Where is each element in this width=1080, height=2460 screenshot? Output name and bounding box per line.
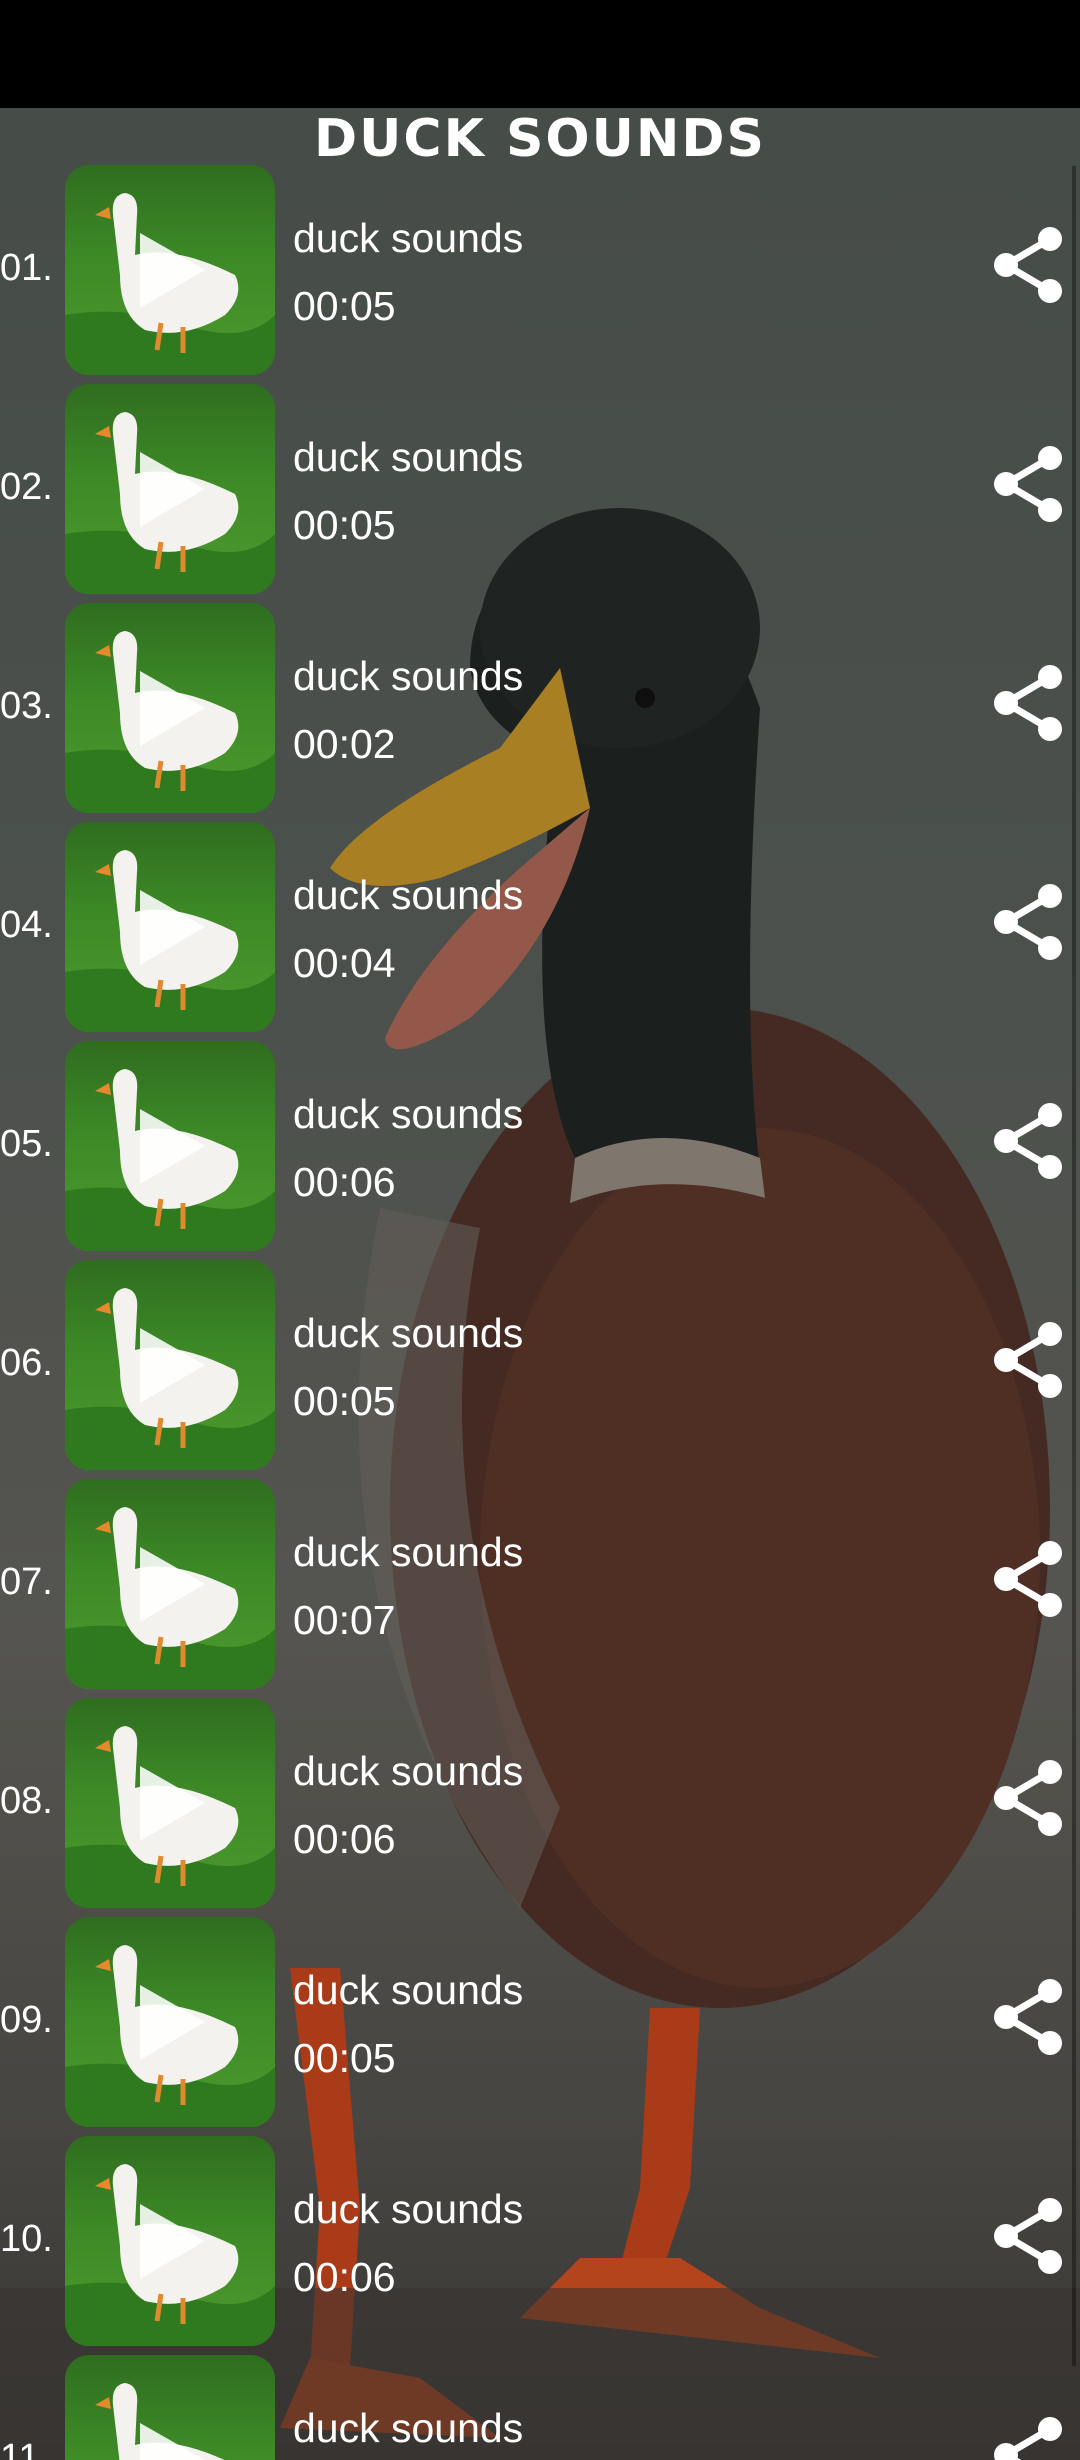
status-bar bbox=[0, 0, 1080, 108]
play-thumbnail-button[interactable] bbox=[65, 384, 275, 594]
sound-list-item[interactable]: 09. duck sounds 00:05 bbox=[0, 1917, 1080, 2136]
item-index: 10. bbox=[0, 2218, 53, 2260]
sound-duration: 00:06 bbox=[293, 2254, 396, 2300]
sound-duration: 00:05 bbox=[293, 2035, 396, 2081]
sound-name: duck sounds bbox=[293, 434, 524, 480]
play-thumbnail-button[interactable] bbox=[65, 1041, 275, 1251]
sound-list-item[interactable]: 03. duck sounds 00:02 bbox=[0, 603, 1080, 822]
sound-name: duck sounds bbox=[293, 1091, 524, 1137]
share-icon[interactable] bbox=[992, 1758, 1064, 1838]
item-index: 08. bbox=[0, 1780, 53, 1822]
share-icon[interactable] bbox=[992, 663, 1064, 743]
share-icon[interactable] bbox=[992, 2415, 1064, 2460]
play-thumbnail-button[interactable] bbox=[65, 1917, 275, 2127]
sound-list-item[interactable]: 05. duck sounds 00:06 bbox=[0, 1041, 1080, 1260]
play-thumbnail-button[interactable] bbox=[65, 822, 275, 1032]
sound-duration: 00:07 bbox=[293, 1597, 396, 1643]
play-thumbnail-button[interactable] bbox=[65, 1260, 275, 1470]
sound-list-item[interactable]: 10. duck sounds 00:06 bbox=[0, 2136, 1080, 2355]
sound-name: duck sounds bbox=[293, 1529, 524, 1575]
item-index: 06. bbox=[0, 1342, 53, 1384]
sound-list-item[interactable]: 01. duck sounds 00:05 bbox=[0, 165, 1080, 384]
item-index: 02. bbox=[0, 466, 53, 508]
sound-duration: 00:02 bbox=[293, 721, 396, 767]
sound-duration: 00:05 bbox=[293, 283, 396, 329]
sound-list-screen: DUCK SOUNDS 01. duck sounds 00:05 02. duck s… bbox=[0, 108, 1080, 2460]
sound-name: duck sounds bbox=[293, 872, 524, 918]
sound-name: duck sounds bbox=[293, 1967, 524, 2013]
share-icon[interactable] bbox=[992, 1101, 1064, 1181]
item-index: 04. bbox=[0, 904, 53, 946]
sound-name: duck sounds bbox=[293, 1748, 524, 1794]
sound-name: duck sounds bbox=[293, 215, 524, 261]
share-icon[interactable] bbox=[992, 1320, 1064, 1400]
share-icon[interactable] bbox=[992, 225, 1064, 305]
sound-list-item[interactable]: 04. duck sounds 00:04 bbox=[0, 822, 1080, 1041]
play-thumbnail-button[interactable] bbox=[65, 603, 275, 813]
item-index: 01. bbox=[0, 247, 53, 289]
play-thumbnail-button[interactable] bbox=[65, 2355, 275, 2460]
share-icon[interactable] bbox=[992, 882, 1064, 962]
app-title: DUCK SOUNDS bbox=[314, 109, 766, 169]
sound-name: duck sounds bbox=[293, 1310, 524, 1356]
sound-duration: 00:06 bbox=[293, 1816, 396, 1862]
share-icon[interactable] bbox=[992, 1539, 1064, 1619]
sound-list-item[interactable]: 06. duck sounds 00:05 bbox=[0, 1260, 1080, 1479]
item-index: 03. bbox=[0, 685, 53, 727]
sound-name: duck sounds bbox=[293, 653, 524, 699]
sound-list-item[interactable]: 07. duck sounds 00:07 bbox=[0, 1479, 1080, 1698]
item-index: 05. bbox=[0, 1123, 53, 1165]
play-thumbnail-button[interactable] bbox=[65, 1479, 275, 1689]
share-icon[interactable] bbox=[992, 444, 1064, 524]
sound-duration: 00:05 bbox=[293, 1378, 396, 1424]
item-index: 09. bbox=[0, 1999, 53, 2041]
play-thumbnail-button[interactable] bbox=[65, 2136, 275, 2346]
sound-list-item[interactable]: 08. duck sounds 00:06 bbox=[0, 1698, 1080, 1917]
item-index: 11. bbox=[0, 2437, 51, 2460]
sound-duration: 00:04 bbox=[293, 940, 396, 986]
sound-list-item[interactable]: 11. duck sounds bbox=[0, 2355, 1080, 2460]
sound-duration: 00:05 bbox=[293, 502, 396, 548]
share-icon[interactable] bbox=[992, 1977, 1064, 2057]
item-index: 07. bbox=[0, 1561, 53, 1603]
share-icon[interactable] bbox=[992, 2196, 1064, 2276]
sound-name: duck sounds bbox=[293, 2186, 524, 2232]
sound-name: duck sounds bbox=[293, 2405, 524, 2451]
sound-duration: 00:06 bbox=[293, 1159, 396, 1205]
play-thumbnail-button[interactable] bbox=[65, 1698, 275, 1908]
play-thumbnail-button[interactable] bbox=[65, 165, 275, 375]
sound-list-item[interactable]: 02. duck sounds 00:05 bbox=[0, 384, 1080, 603]
